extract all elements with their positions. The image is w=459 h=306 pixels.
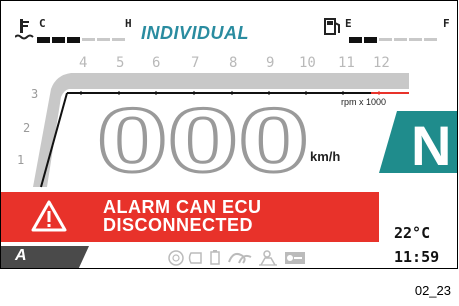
alarm-line-1: ALARM CAN ECU — [103, 197, 262, 217]
ambient-temperature: 22°C — [394, 224, 431, 242]
traction-icon — [228, 252, 252, 264]
battery-icon — [210, 250, 220, 265]
alarm-line-2: DISCONNECTED — [103, 215, 254, 235]
light-icon — [188, 252, 202, 264]
key-icon — [285, 252, 305, 264]
speed-value: 000 — [97, 105, 309, 175]
abs-icon — [168, 250, 184, 266]
indicator-row — [168, 250, 305, 266]
riding-mode-letter: A — [15, 247, 27, 264]
speed-display: 000 — [97, 105, 311, 175]
rider-icon — [259, 250, 277, 266]
rpm-unit-label: rpm x 1000 — [341, 97, 387, 107]
gear-indicator: N — [379, 111, 457, 173]
alarm-message: ALARM CAN ECU DISCONNECTED — [103, 198, 262, 234]
dashboard-screen: C H INDIVIDUAL E F 4 5 6 7 8 9 10 11 12 … — [0, 0, 458, 269]
warning-triangle-icon — [31, 200, 67, 232]
clock-time: 11:59 — [394, 248, 440, 266]
speed-unit-label: km/h — [310, 149, 341, 164]
gear-value: N — [411, 114, 451, 173]
figure-caption: 02_23 — [414, 283, 451, 298]
